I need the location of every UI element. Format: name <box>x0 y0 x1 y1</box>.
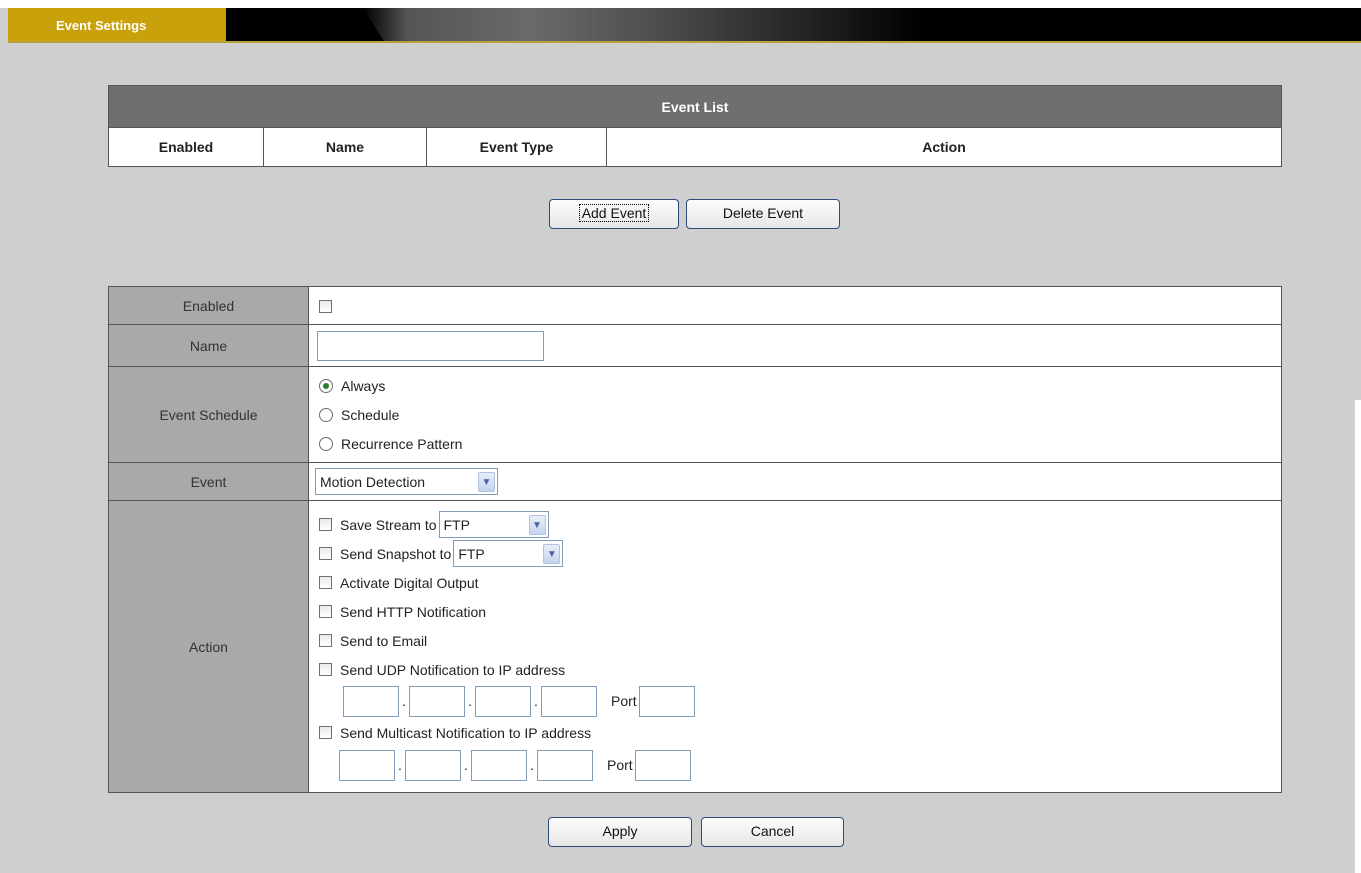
apply-button[interactable]: Apply <box>548 817 692 847</box>
row-enabled: Enabled <box>108 286 1282 325</box>
action-multicast-notification: Send Multicast Notification to IP addres… <box>319 718 1281 747</box>
save-stream-label: Save Stream to <box>340 516 437 533</box>
udp-ip-octet-3[interactable] <box>475 685 531 717</box>
cancel-label: Cancel <box>750 823 795 839</box>
cancel-button[interactable]: Cancel <box>701 817 844 847</box>
apply-label: Apply <box>602 823 638 839</box>
enabled-label: Enabled <box>108 286 309 325</box>
ip-separator: . <box>402 693 406 709</box>
chevron-down-icon: ▼ <box>543 544 561 564</box>
udp-notification-label: Send UDP Notification to IP address <box>340 661 566 678</box>
ip-separator: . <box>464 757 468 773</box>
always-label: Always <box>341 377 386 394</box>
delete-event-button[interactable]: Delete Event <box>686 199 840 229</box>
multicast-ip-octet-4[interactable] <box>537 749 593 781</box>
digital-output-label: Activate Digital Output <box>340 574 479 591</box>
row-event: Event Motion Detection ▼ <box>108 462 1282 501</box>
action-send-snapshot: Send Snapshot to FTP ▼ <box>319 539 1281 568</box>
action-http-notification: Send HTTP Notification <box>319 597 1281 626</box>
email-checkbox[interactable] <box>319 634 332 647</box>
digital-output-checkbox[interactable] <box>319 576 332 589</box>
enabled-checkbox[interactable] <box>319 300 332 314</box>
http-notification-label: Send HTTP Notification <box>340 603 487 620</box>
udp-notification-checkbox[interactable] <box>319 663 332 676</box>
multicast-notification-label: Send Multicast Notification to IP addres… <box>340 724 592 741</box>
action-email: Send to Email <box>319 626 1281 655</box>
recurrence-radio[interactable] <box>319 436 333 451</box>
event-form: Enabled Name Event Schedule Always Sched… <box>108 286 1282 793</box>
action-label: Action <box>108 500 309 793</box>
udp-ip-octet-2[interactable] <box>409 685 465 717</box>
multicast-ip-octet-2[interactable] <box>405 749 461 781</box>
save-stream-target: FTP <box>443 516 470 533</box>
schedule-option-label: Schedule <box>341 406 400 423</box>
add-event-label: Add Event <box>578 204 650 222</box>
chevron-down-icon: ▼ <box>528 515 546 535</box>
schedule-option-recurrence[interactable]: Recurrence Pattern <box>319 429 1281 458</box>
udp-port-input[interactable] <box>638 685 695 717</box>
action-save-stream: Save Stream to FTP ▼ <box>319 510 1281 539</box>
row-action: Action Save Stream to FTP ▼ Send Snapsho… <box>108 500 1282 793</box>
udp-ip-octet-4[interactable] <box>541 685 597 717</box>
event-label: Event <box>108 462 309 501</box>
ip-separator: . <box>468 693 472 709</box>
action-udp-notification: Send UDP Notification to IP address <box>319 655 1281 684</box>
event-select-value: Motion Detection <box>320 473 426 490</box>
schedule-option-always[interactable]: Always <box>319 371 1281 400</box>
save-stream-select[interactable]: FTP ▼ <box>438 511 549 538</box>
multicast-port-input[interactable] <box>634 749 691 781</box>
send-snapshot-select[interactable]: FTP ▼ <box>453 540 564 567</box>
ip-separator: . <box>530 757 534 773</box>
row-name: Name <box>108 324 1282 367</box>
ip-separator: . <box>398 757 402 773</box>
chevron-down-icon: ▼ <box>478 472 495 492</box>
always-radio[interactable] <box>319 378 333 393</box>
add-event-button[interactable]: Add Event <box>549 199 679 229</box>
event-list-table: Event List Enabled Name Event Type Actio… <box>108 85 1282 167</box>
delete-event-label: Delete Event <box>722 205 804 221</box>
schedule-option-schedule[interactable]: Schedule <box>319 400 1281 429</box>
multicast-ip-octet-1[interactable] <box>339 749 395 781</box>
send-snapshot-checkbox[interactable] <box>319 547 332 560</box>
row-schedule: Event Schedule Always Schedule Recurrenc… <box>108 366 1282 463</box>
send-snapshot-target: FTP <box>458 545 485 562</box>
header-bar: Event Settings <box>8 8 1361 43</box>
recurrence-label: Recurrence Pattern <box>341 435 463 452</box>
col-event-type: Event Type <box>426 127 607 167</box>
udp-ip-row: . . . Port <box>319 684 1281 718</box>
col-enabled: Enabled <box>108 127 264 167</box>
action-digital-output: Activate Digital Output <box>319 568 1281 597</box>
scroll-edge <box>1355 400 1361 873</box>
event-select[interactable]: Motion Detection ▼ <box>315 468 498 495</box>
send-snapshot-label: Send Snapshot to <box>340 545 452 562</box>
udp-ip-octet-1[interactable] <box>343 685 399 717</box>
multicast-ip-row: . . . Port <box>319 747 1281 783</box>
schedule-label: Event Schedule <box>108 366 309 463</box>
col-action: Action <box>606 127 1282 167</box>
multicast-port-label: Port <box>607 757 633 773</box>
multicast-ip-octet-3[interactable] <box>471 749 527 781</box>
udp-port-label: Port <box>611 693 637 709</box>
name-input[interactable] <box>317 330 544 361</box>
header-rule <box>8 41 1361 43</box>
email-label: Send to Email <box>340 632 428 649</box>
save-stream-checkbox[interactable] <box>319 518 332 531</box>
col-name: Name <box>263 127 427 167</box>
ip-separator: . <box>534 693 538 709</box>
schedule-radio[interactable] <box>319 407 333 422</box>
multicast-notification-checkbox[interactable] <box>319 726 332 739</box>
event-list-title: Event List <box>108 85 1282 128</box>
name-label: Name <box>108 324 309 367</box>
http-notification-checkbox[interactable] <box>319 605 332 618</box>
header-decoration <box>363 8 923 43</box>
tab-event-settings[interactable]: Event Settings <box>8 8 226 43</box>
